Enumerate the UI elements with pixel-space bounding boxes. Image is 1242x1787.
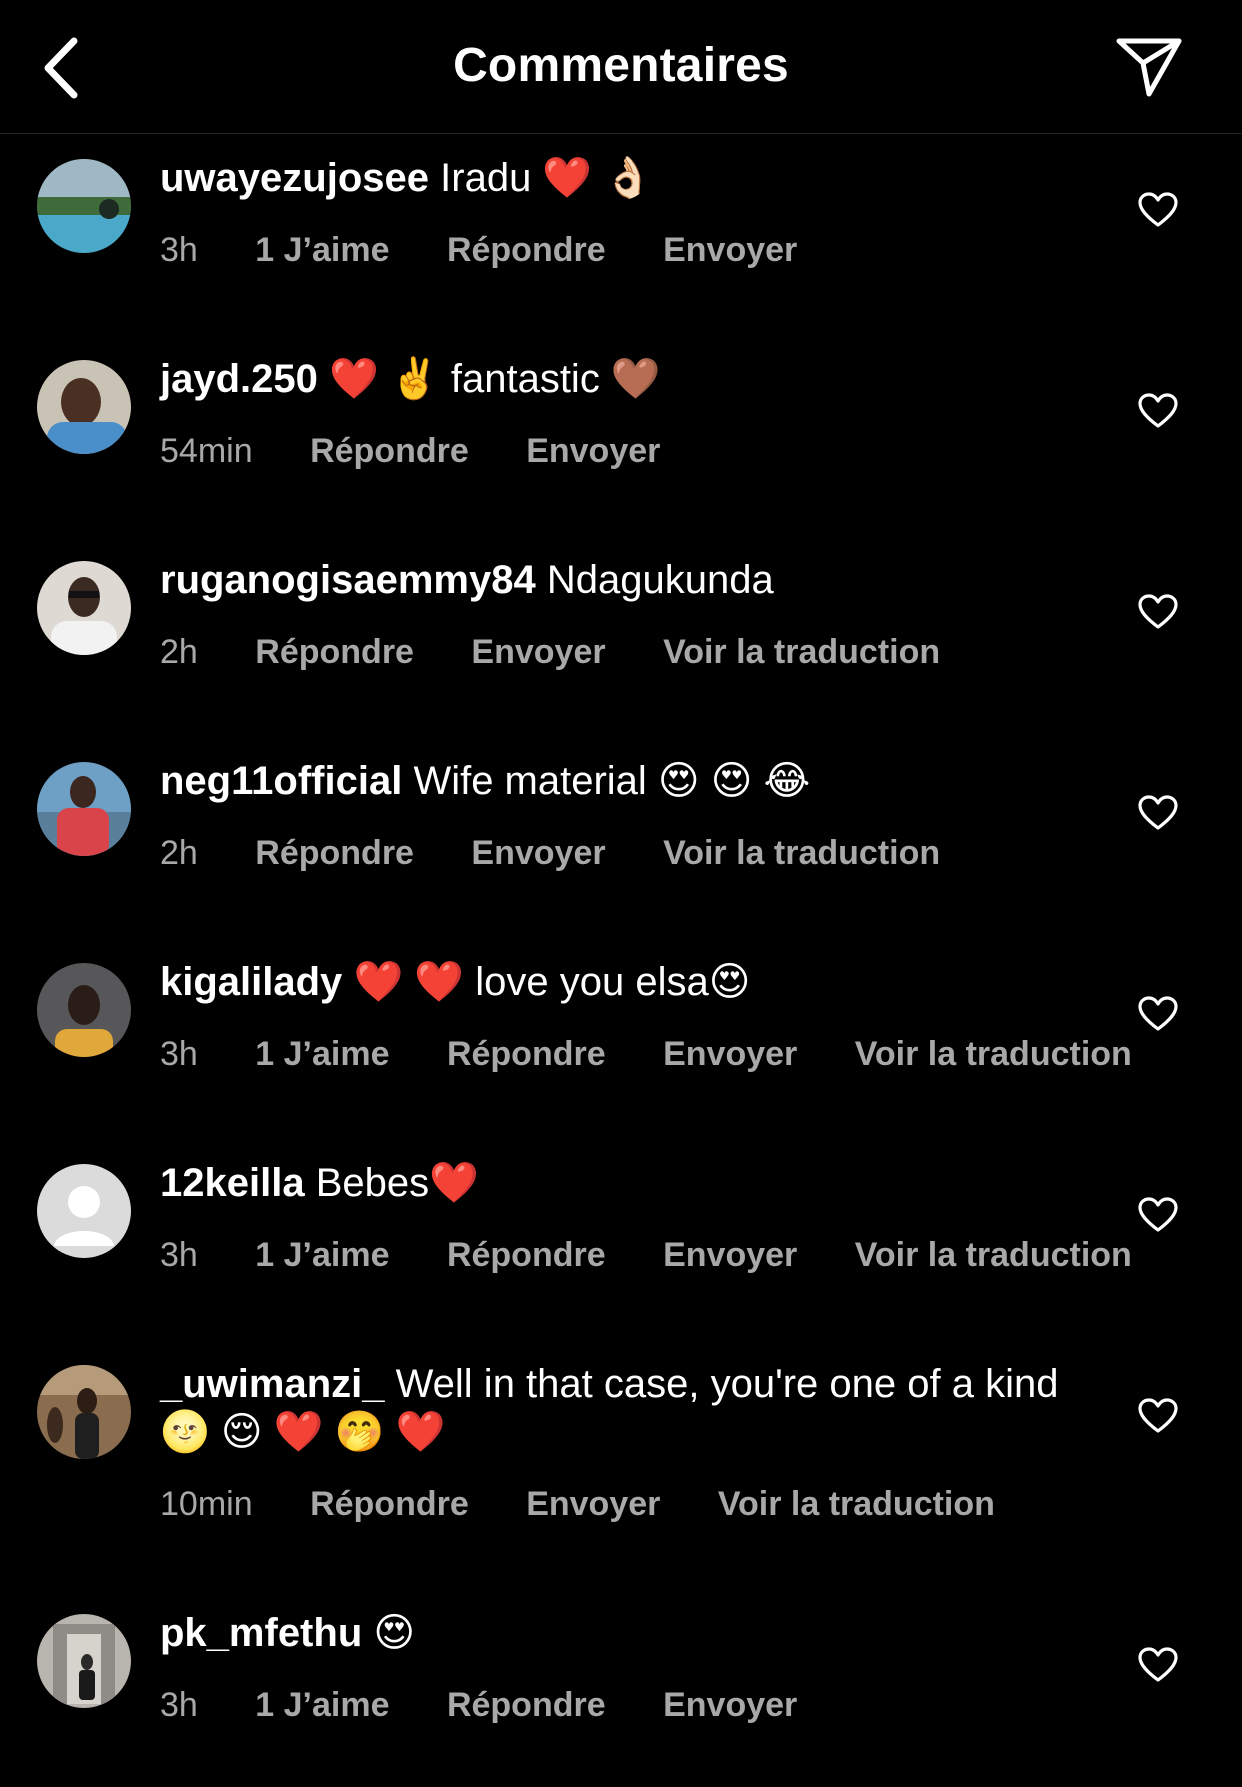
- comment-time: 2h: [160, 633, 198, 671]
- comment-time: 3h: [160, 231, 198, 269]
- likes-count[interactable]: 1 J’aime: [255, 1034, 389, 1074]
- header-bar: Commentaires: [0, 0, 1242, 134]
- heart-outline-icon[interactable]: [1138, 795, 1178, 831]
- heart-outline-icon[interactable]: [1138, 393, 1178, 429]
- translate-button[interactable]: Voir la traduction: [855, 1235, 1132, 1275]
- heart-outline-icon[interactable]: [1138, 996, 1178, 1032]
- share-button[interactable]: [1112, 32, 1186, 102]
- translate-button[interactable]: Voir la traduction: [718, 1484, 995, 1524]
- comment-text: Bebes❤️: [315, 1161, 479, 1205]
- comment-time: 10min: [160, 1485, 253, 1523]
- likes-count[interactable]: 1 J’aime: [255, 1235, 389, 1275]
- likes-count[interactable]: 1 J’aime: [255, 1685, 389, 1725]
- heart-outline-icon[interactable]: [1138, 594, 1178, 630]
- avatar[interactable]: [37, 360, 131, 454]
- avatar[interactable]: [37, 963, 131, 1057]
- comment-time: 3h: [160, 1686, 198, 1724]
- reply-button[interactable]: Répondre: [310, 431, 469, 471]
- comment-text: ❤️ ✌️ fantastic 🤎: [329, 357, 661, 401]
- avatar[interactable]: [37, 1164, 131, 1258]
- comment-text: Wife material 😍 😍 😂: [413, 759, 811, 803]
- comment-username[interactable]: uwayezujosee: [160, 156, 429, 200]
- comment-text: ❤️ ❤️ love you elsa😍: [353, 960, 751, 1004]
- send-button[interactable]: Envoyer: [471, 632, 605, 672]
- send-button[interactable]: Envoyer: [663, 1235, 797, 1275]
- comment-username[interactable]: 12keilla: [160, 1161, 305, 1205]
- paper-plane-icon: [1116, 38, 1182, 97]
- comment-text: Ndagukunda: [546, 558, 774, 602]
- reply-button[interactable]: Répondre: [255, 632, 414, 672]
- translate-button[interactable]: Voir la traduction: [663, 632, 940, 672]
- heart-outline-icon[interactable]: [1138, 192, 1178, 228]
- heart-outline-icon[interactable]: [1138, 1398, 1178, 1434]
- comment-username[interactable]: jayd.250: [160, 357, 318, 401]
- comment-username[interactable]: kigalilady: [160, 960, 342, 1004]
- send-button[interactable]: Envoyer: [526, 431, 660, 471]
- comment-username[interactable]: ruganogisaemmy84: [160, 558, 536, 602]
- avatar[interactable]: [37, 159, 131, 253]
- page-title: Commentaires: [453, 39, 789, 92]
- reply-button[interactable]: Répondre: [447, 230, 606, 270]
- avatar[interactable]: [37, 1614, 131, 1708]
- likes-count[interactable]: 1 J’aime: [255, 230, 389, 270]
- comment-username[interactable]: _uwimanzi_: [160, 1362, 385, 1406]
- comment-text: 😍: [373, 1611, 416, 1655]
- send-button[interactable]: Envoyer: [663, 230, 797, 270]
- avatar[interactable]: [37, 762, 131, 856]
- comment-time: 3h: [160, 1035, 198, 1073]
- heart-outline-icon[interactable]: [1138, 1197, 1178, 1233]
- send-button[interactable]: Envoyer: [526, 1484, 660, 1524]
- comment-username[interactable]: pk_mfethu: [160, 1611, 362, 1655]
- reply-button[interactable]: Répondre: [255, 833, 414, 873]
- comment-time: 2h: [160, 834, 198, 872]
- send-button[interactable]: Envoyer: [471, 833, 605, 873]
- send-button[interactable]: Envoyer: [663, 1685, 797, 1725]
- reply-button[interactable]: Répondre: [310, 1484, 469, 1524]
- avatar[interactable]: [37, 1365, 131, 1459]
- comment-time: 3h: [160, 1236, 198, 1274]
- reply-button[interactable]: Répondre: [447, 1034, 606, 1074]
- comment-time: 54min: [160, 432, 253, 470]
- translate-button[interactable]: Voir la traduction: [855, 1034, 1132, 1074]
- comment-text: Iradu ❤️ 👌🏻: [440, 156, 654, 200]
- send-button[interactable]: Envoyer: [663, 1034, 797, 1074]
- avatar[interactable]: [37, 561, 131, 655]
- comment-username[interactable]: neg11official: [160, 759, 402, 803]
- reply-button[interactable]: Répondre: [447, 1235, 606, 1275]
- translate-button[interactable]: Voir la traduction: [663, 833, 940, 873]
- heart-outline-icon[interactable]: [1138, 1647, 1178, 1683]
- reply-button[interactable]: Répondre: [447, 1685, 606, 1725]
